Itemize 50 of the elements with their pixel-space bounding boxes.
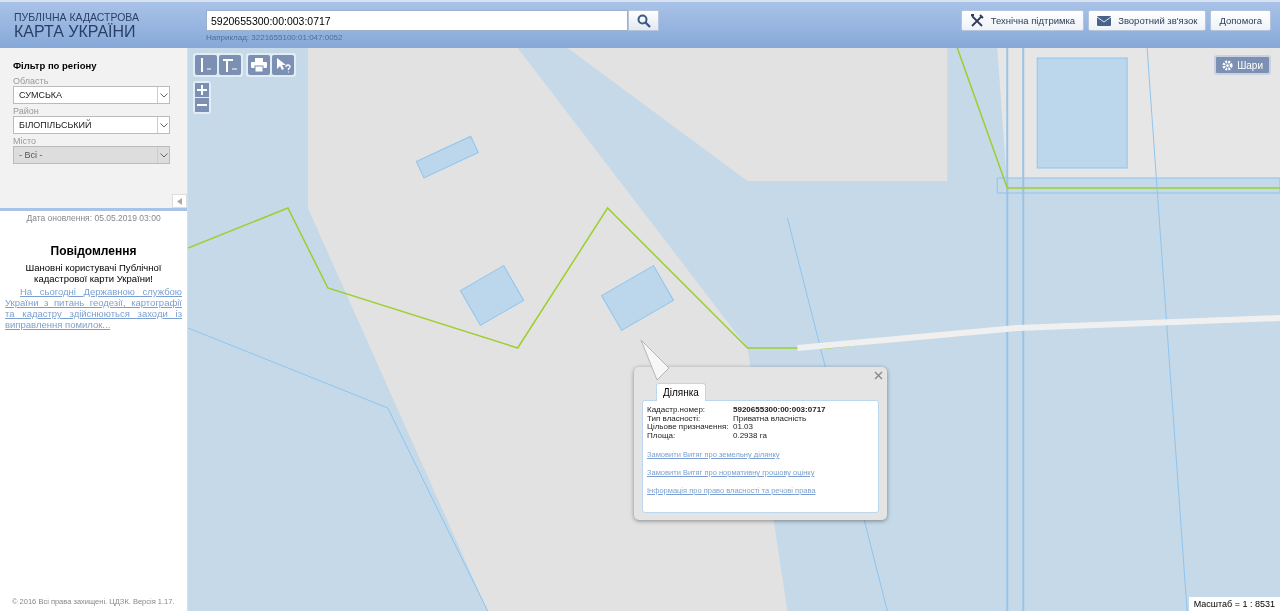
region-select[interactable]: СУМСЬКА: [13, 86, 170, 104]
print-button[interactable]: [248, 55, 270, 75]
search-button[interactable]: [628, 10, 659, 31]
logo-title: КАРТА УКРАЇНИ: [14, 23, 137, 40]
popup-pointer: [640, 339, 670, 381]
identify-button[interactable]: [272, 55, 294, 75]
cursor-question-icon: [275, 57, 291, 73]
field-value: 01.03: [733, 423, 754, 432]
search-field[interactable]: 5920655300:00:003:0717: [206, 10, 628, 31]
header-button[interactable]: Технічна підтримка: [960, 10, 1085, 31]
notice-text: Шановні користувачі Публічної кадастрової карти України!: [24, 262, 163, 284]
field-value: 5920655300:00:003:0717: [733, 406, 827, 415]
filter-title: Фільтр по регіону: [13, 60, 98, 71]
search-icon: [636, 13, 651, 28]
collapse-arrow-icon: [177, 197, 182, 205]
search-hint: Наприклад: 3221655100:01:047:0052: [206, 33, 344, 42]
caret-icon: [159, 152, 168, 158]
ruler-icon: [198, 57, 214, 73]
field-label: Кадастр.номер:: [647, 406, 707, 414]
field-value: Приватна власність: [733, 414, 808, 423]
envelope-icon: [1097, 15, 1112, 26]
logo-title: ПУБЛІЧНА КАДАСТРОВА: [14, 11, 140, 23]
notice-title: Повідомлення: [49, 244, 138, 258]
close-icon: [874, 371, 883, 380]
field-label: Місто: [13, 136, 38, 146]
field-value: 0.2938 га: [733, 431, 768, 440]
close-button[interactable]: [874, 371, 883, 380]
zoom-out-button[interactable]: [195, 98, 209, 112]
printer-icon: [251, 58, 267, 72]
field-label: Тип власності:: [647, 414, 701, 423]
field-label: Область: [13, 76, 50, 86]
field-label: Район: [13, 106, 40, 116]
update-date: Дата оновлення: 05.05.2019 03:00: [25, 213, 162, 223]
header-button[interactable]: Зворотний зв'язок: [1088, 10, 1207, 31]
header-button[interactable]: Допомога: [1210, 10, 1271, 31]
popup-tab[interactable]: Ділянка: [656, 383, 706, 401]
field-label: Площа:: [647, 431, 677, 440]
region-select[interactable]: БІЛОПІЛЬСЬКИЙ: [13, 116, 170, 134]
zoom-in-button[interactable]: [195, 83, 209, 97]
gear-icon: [1222, 59, 1234, 71]
caret-icon: [159, 92, 168, 98]
measure-line-button[interactable]: [195, 55, 217, 75]
measure-area-button[interactable]: [219, 55, 241, 75]
collapse-button[interactable]: [172, 194, 187, 208]
caret-icon: [159, 122, 168, 128]
area-ruler-icon: [222, 57, 238, 73]
tools-icon: [969, 13, 984, 28]
field-label: Цільове призначення:: [647, 423, 730, 431]
plus-icon: [197, 85, 207, 95]
scale-label: Масштаб = 1 : 8531: [1188, 597, 1280, 611]
